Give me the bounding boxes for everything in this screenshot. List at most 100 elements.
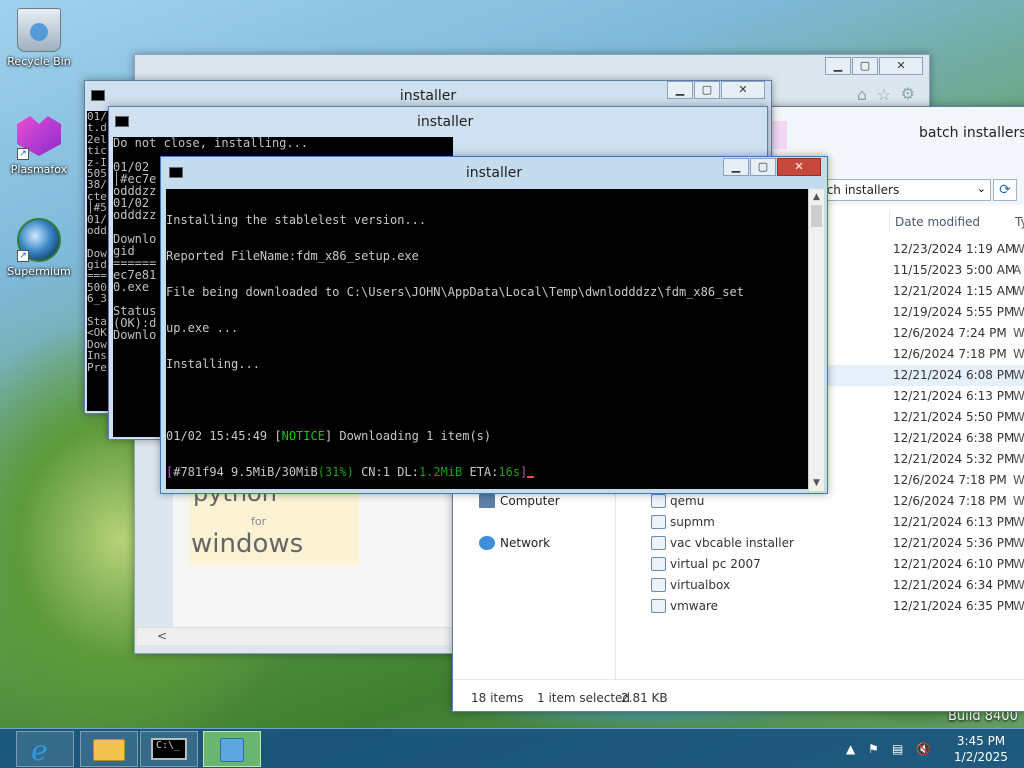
minimize-button[interactable]: ▁ (723, 158, 749, 176)
desktop-icon-recycle-bin[interactable]: Recycle Bin (2, 8, 76, 68)
clock-date: 1/2/2025 (954, 750, 1008, 764)
desktop-icon-supermium[interactable]: ↗ Supermium (2, 218, 76, 278)
table-row[interactable]: vmware 12/21/2024 6:35 PM W (453, 596, 1024, 617)
volume-muted-icon[interactable]: 🔇 (916, 742, 931, 756)
file-type: A (1013, 263, 1022, 277)
maximize-button[interactable]: ▢ (694, 81, 720, 99)
date-modified: 11/15/2023 5:00 AM (893, 263, 1016, 277)
file-name: vmware (651, 599, 718, 613)
console-output[interactable]: Installing the stablelest version... Rep… (166, 189, 808, 489)
action-center-flag-icon[interactable]: ⚑ (868, 742, 879, 756)
file-name-text: vac vbcable installer (670, 536, 794, 550)
shortcut-arrow-icon: ↗ (17, 148, 29, 160)
file-icon (651, 599, 666, 613)
status-bar: 18 items 1 item selected 2.81 KB (453, 679, 1024, 711)
address-bar[interactable]: tch installers ⌄ (815, 179, 991, 201)
close-button[interactable]: ✕ (879, 57, 923, 75)
file-type: W (1013, 452, 1024, 466)
text-cursor (527, 476, 535, 478)
date-modified: 12/6/2024 7:18 PM (893, 494, 1007, 508)
console-line: Installing... (166, 357, 260, 371)
table-row[interactable]: virtualbox 12/21/2024 6:34 PM W (453, 575, 1024, 596)
date-modified: 12/21/2024 6:08 PM (893, 368, 1015, 382)
file-type: W (1013, 368, 1024, 382)
vertical-scrollbar[interactable]: ▲ ▼ (808, 189, 824, 491)
date-modified: 12/21/2024 6:13 PM (893, 515, 1015, 529)
chevron-down-icon[interactable]: ⌄ (977, 182, 986, 195)
titlebar[interactable]: installer ▁ ▢ ✕ (161, 157, 827, 185)
network-icon (479, 536, 495, 550)
file-type: W (1013, 389, 1024, 403)
taskbar: e C:\_ ▲ ⚑ ▤ 🔇 3:45 PM 1/2/2025 (0, 728, 1024, 768)
date-modified: 12/6/2024 7:18 PM (893, 473, 1007, 487)
favorites-icon[interactable]: ☆ (877, 85, 891, 104)
date-modified: 12/21/2024 6:38 PM (893, 431, 1015, 445)
settings-gear-icon[interactable]: ⚙ (901, 84, 915, 103)
file-name: vac vbcable installer (651, 536, 794, 550)
scroll-down-arrow[interactable]: ▼ (809, 475, 824, 491)
desktop-icon-plasmafox[interactable]: ↗ Plasmafox (2, 116, 76, 176)
column-header-date[interactable]: Date modified (895, 215, 980, 229)
eta-value: 16s (498, 465, 521, 479)
nav-network[interactable]: Network (479, 536, 550, 550)
console-text: ] Downloading 1 item(s) (324, 429, 492, 443)
desktop-icon-label: Recycle Bin (7, 55, 71, 68)
minimize-button[interactable]: ▁ (825, 57, 851, 75)
file-name-text: qemu (670, 494, 705, 508)
close-button[interactable]: ✕ (777, 158, 821, 176)
column-header-type[interactable]: Ty (1015, 215, 1024, 229)
python-logo-text: for (251, 515, 267, 528)
console-line: Installing the stablelest version... (166, 213, 427, 227)
taskbar-installer-app[interactable] (203, 731, 261, 767)
horizontal-scrollbar[interactable]: < (137, 627, 457, 645)
console-text: 01/02 15:45:49 [ (166, 429, 282, 443)
scrollbar-thumb[interactable] (811, 205, 822, 227)
console-window-front[interactable]: installer ▁ ▢ ✕ Installing the stableles… (160, 156, 828, 494)
file-type: W (1013, 515, 1024, 529)
window-title: installer (417, 114, 474, 130)
taskbar-internet-explorer[interactable]: e (16, 731, 74, 767)
nav-computer[interactable]: Computer (479, 494, 560, 508)
date-modified: 12/21/2024 6:10 PM (893, 557, 1015, 571)
maximize-button[interactable]: ▢ (750, 158, 776, 176)
show-hidden-icons-icon[interactable]: ▲ (846, 742, 855, 756)
titlebar[interactable]: installer ▁ ▢ ✕ (85, 81, 771, 109)
folder-icon (93, 739, 125, 761)
network-icon[interactable]: ▤ (892, 742, 903, 756)
file-name: supmm (651, 515, 715, 529)
taskbar-command-prompt[interactable]: C:\_ (140, 731, 198, 767)
date-modified: 12/6/2024 7:24 PM (893, 326, 1007, 340)
table-row[interactable]: supmm 12/21/2024 6:13 PM W (453, 512, 1024, 533)
file-type: W (1013, 431, 1024, 445)
notice-tag: NOTICE (281, 429, 325, 443)
system-tray: ▲ ⚑ ▤ 🔇 3:45 PM 1/2/2025 (824, 729, 1024, 768)
file-name: qemu (651, 494, 704, 508)
window-title: batch installers (919, 125, 1024, 141)
titlebar[interactable]: installer (109, 107, 767, 135)
progress-text: CN:1 DL: (353, 465, 419, 479)
date-modified: 12/23/2024 1:19 AM (893, 242, 1016, 256)
table-row[interactable]: virtual pc 2007 12/21/2024 6:10 PM W (453, 554, 1024, 575)
scroll-up-arrow[interactable]: ▲ (809, 189, 824, 205)
file-name-text: vmware (670, 599, 719, 613)
computer-icon (479, 494, 495, 508)
file-type: W (1013, 494, 1024, 508)
close-button[interactable]: ✕ (721, 81, 765, 99)
home-icon[interactable]: ⌂ (857, 85, 867, 104)
status-item-count: 18 items (471, 691, 524, 705)
file-name-text: virtual pc 2007 (670, 557, 761, 571)
taskbar-file-explorer[interactable] (80, 731, 138, 767)
file-type: W (1013, 599, 1024, 613)
date-modified: 12/21/2024 5:32 PM (893, 452, 1015, 466)
file-icon (651, 515, 666, 529)
progress-percent: (31%) (317, 465, 354, 479)
maximize-button[interactable]: ▢ (852, 57, 878, 75)
refresh-button[interactable]: ⟳ (993, 179, 1017, 201)
scroll-left-arrow[interactable]: < (157, 629, 167, 643)
python-logo-text: windows (191, 529, 304, 559)
file-icon (651, 494, 666, 508)
minimize-button[interactable]: ▁ (667, 81, 693, 99)
clock[interactable]: 3:45 PM 1/2/2025 (948, 734, 1014, 764)
console-line: up.exe ... (166, 321, 239, 335)
